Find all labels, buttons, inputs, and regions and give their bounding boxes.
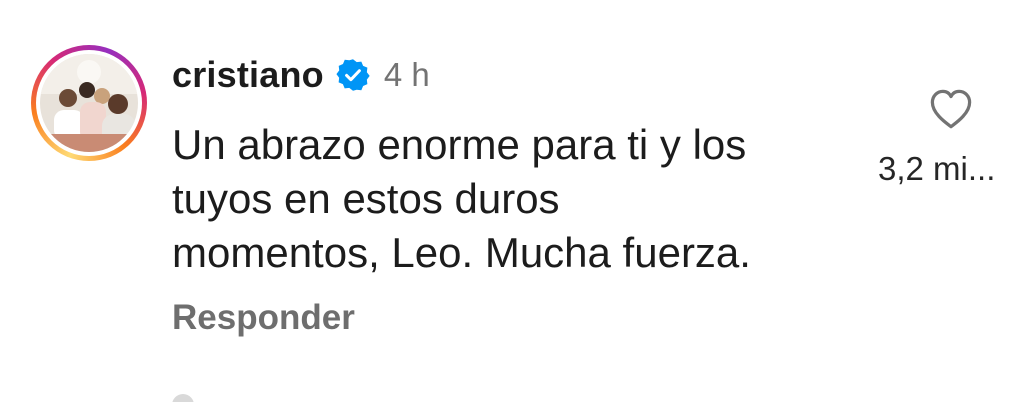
comment-header: cristiano 4 h [172,52,430,98]
comment-item: cristiano 4 h Un abrazo enorme para ti y… [0,0,1024,402]
like-count[interactable]: 3,2 mi... [878,150,995,188]
comment-text-line: tuyos en estos duros [172,175,560,222]
avatar [40,54,138,152]
username[interactable]: cristiano [172,54,324,96]
story-ring[interactable] [31,45,147,161]
verified-badge-icon [336,59,370,91]
comment-text-line: momentos, Leo. Mucha fuerza. [172,229,751,276]
heart-outline-icon[interactable] [928,88,974,130]
reply-button[interactable]: Responder [172,298,355,338]
next-comment-avatar [172,394,194,402]
comment-text: Un abrazo enorme para ti y los tuyos en … [172,118,862,280]
comment-timestamp: 4 h [383,56,430,93]
comment-text-line: Un abrazo enorme para ti y los [172,121,747,168]
